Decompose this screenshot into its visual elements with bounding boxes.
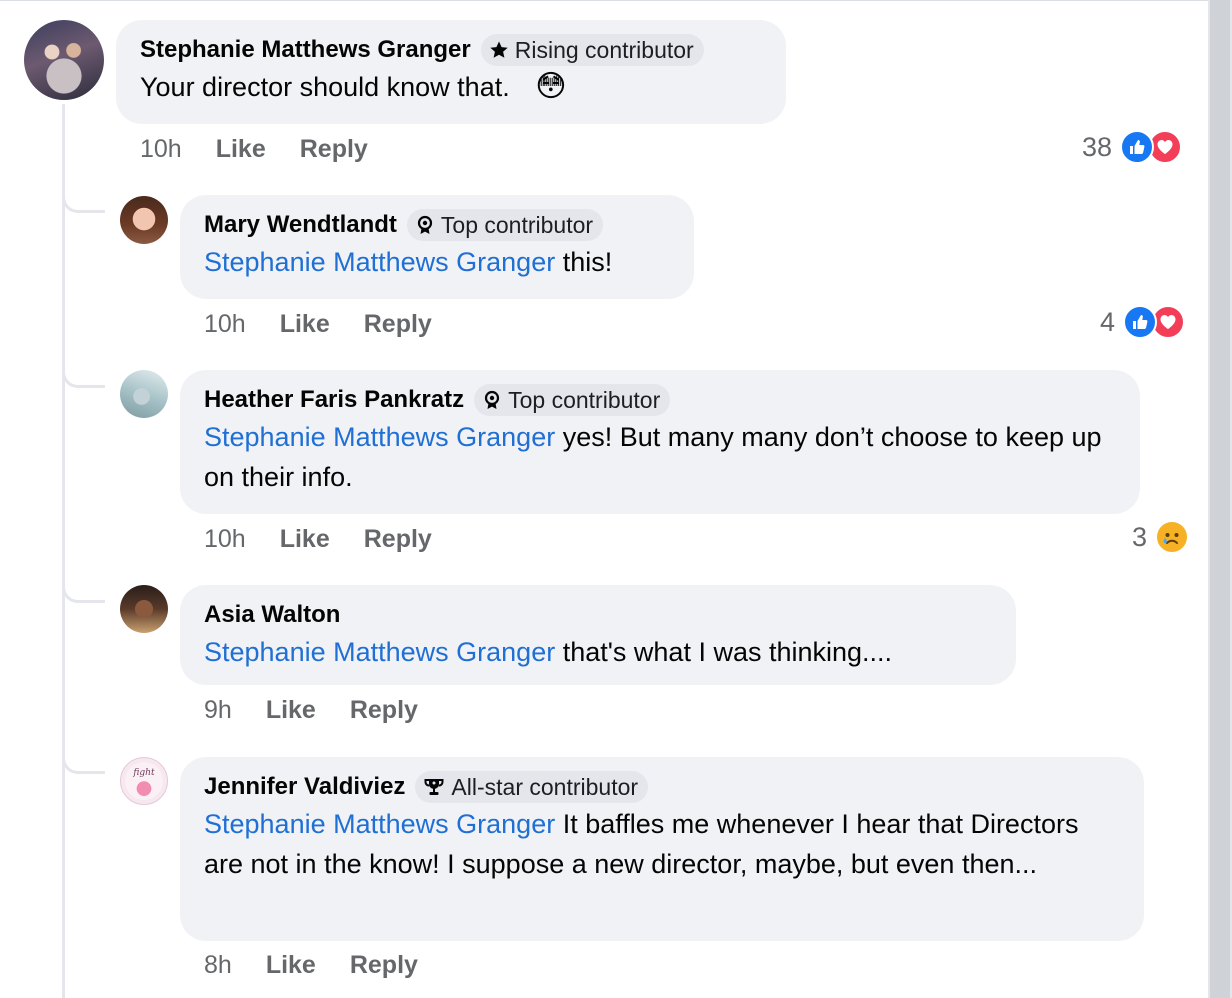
like-button[interactable]: Like (216, 135, 266, 164)
reply-connector (62, 578, 105, 603)
comment-author[interactable]: Heather Faris Pankratz (204, 386, 464, 414)
badge-label: Rising contributor (514, 36, 694, 63)
reaction-summary[interactable]: 3 (1132, 520, 1190, 554)
comment-body: this! (562, 247, 613, 277)
comment-body: Your director should know that. (140, 72, 510, 102)
thread-connector (62, 104, 65, 998)
comment-header: Jennifer Valdiviez All-star contributor (204, 771, 1120, 803)
like-button[interactable]: Like (280, 310, 330, 339)
badge-label: All-star contributor (451, 773, 639, 800)
mention-link[interactable]: Stephanie Matthews Granger (204, 247, 555, 277)
comment-text: Stephanie Matthews Granger It baffles me… (204, 804, 1120, 884)
comment-actions: 10h Like Reply (204, 525, 432, 554)
avatar[interactable]: fight (120, 757, 168, 805)
flushed-face-emoji: 😳 (535, 70, 567, 103)
comment-bubble: Asia Walton Stephanie Matthews Granger t… (180, 585, 1016, 685)
comment-bubble: Stephanie Matthews Granger Rising contri… (116, 20, 786, 124)
comment-text: Stephanie Matthews Granger that's what I… (204, 632, 992, 672)
reply-button[interactable]: Reply (350, 951, 418, 980)
comment-header: Heather Faris Pankratz Top contributor (204, 384, 1116, 416)
top-divider (0, 0, 1208, 1)
comment-author[interactable]: Asia Walton (204, 601, 340, 629)
reply-button[interactable]: Reply (350, 696, 418, 725)
comment-body: that's what I was thinking.... (562, 637, 893, 667)
reply-button[interactable]: Reply (300, 135, 368, 164)
comment-timestamp[interactable]: 10h (204, 310, 246, 339)
star-icon (490, 41, 508, 58)
comment-timestamp[interactable]: 10h (140, 135, 182, 164)
comment-bubble: Jennifer Valdiviez All-star contributor … (180, 757, 1144, 941)
scrollbar-thumb[interactable] (1210, 0, 1230, 998)
contributor-badge[interactable]: Rising contributor (480, 34, 704, 66)
comment-text: Stephanie Matthews Granger this! (204, 242, 670, 282)
crying-face-icon (1155, 520, 1190, 554)
contributor-badge[interactable]: Top contributor (406, 209, 604, 241)
comment-header: Mary Wendtlandt Top contributor (204, 209, 670, 241)
reaction-count: 4 (1100, 306, 1116, 337)
reply-connector (62, 188, 105, 213)
like-button[interactable]: Like (266, 951, 316, 980)
comment-header: Asia Walton (204, 600, 992, 630)
avatar[interactable] (120, 196, 168, 244)
comment-actions: 10h Like Reply (204, 310, 432, 339)
reply-button[interactable]: Reply (364, 310, 432, 339)
badge-label: Top contributor (508, 386, 661, 413)
comment-timestamp[interactable]: 10h (204, 525, 246, 554)
reply-connector (62, 363, 105, 388)
avatar[interactable] (120, 585, 168, 633)
avatar[interactable] (120, 370, 168, 418)
trophy-icon (424, 779, 444, 795)
avatar-text: fight (133, 768, 155, 778)
contributor-badge[interactable]: All-star contributor (415, 771, 649, 803)
comment-author[interactable]: Mary Wendtlandt (204, 211, 397, 239)
comment-actions: 8h Like Reply (204, 951, 418, 980)
contributor-badge[interactable]: Top contributor (474, 384, 671, 416)
contributor-medal-icon (417, 215, 433, 234)
comment-bubble: Mary Wendtlandt Top contributor Stephani… (180, 195, 694, 299)
mention-link[interactable]: Stephanie Matthews Granger (204, 809, 555, 839)
like-button[interactable]: Like (266, 696, 316, 725)
comment-header: Stephanie Matthews Granger Rising contri… (140, 34, 762, 66)
mention-link[interactable]: Stephanie Matthews Granger (204, 422, 555, 452)
reply-button[interactable]: Reply (364, 525, 432, 554)
comment-bubble: Heather Faris Pankratz Top contributor S… (180, 370, 1140, 514)
thumbs-up-icon (1123, 305, 1158, 339)
comment-author[interactable]: Jennifer Valdiviez (204, 773, 405, 801)
reaction-summary[interactable]: 4 (1100, 305, 1186, 339)
thumbs-up-icon (1120, 130, 1155, 164)
mention-link[interactable]: Stephanie Matthews Granger (204, 637, 555, 667)
reaction-count: 3 (1132, 521, 1148, 552)
like-button[interactable]: Like (280, 525, 330, 554)
contributor-medal-icon (485, 390, 500, 409)
comment-timestamp[interactable]: 8h (204, 951, 232, 980)
comment-text: Your director should know that. 😳 (140, 67, 762, 107)
comment-text: Stephanie Matthews Granger yes! But many… (204, 417, 1116, 497)
reply-connector (62, 749, 105, 774)
reaction-count: 38 (1082, 131, 1113, 162)
scrollbar[interactable] (1208, 0, 1232, 998)
avatar[interactable] (24, 20, 104, 100)
badge-label: Top contributor (440, 211, 594, 238)
comment-actions: 10h Like Reply (140, 135, 368, 164)
comment-author[interactable]: Stephanie Matthews Granger (140, 36, 471, 64)
comment-timestamp[interactable]: 9h (204, 696, 232, 725)
comment-actions: 9h Like Reply (204, 696, 418, 725)
reaction-summary[interactable]: 38 (1082, 130, 1183, 164)
